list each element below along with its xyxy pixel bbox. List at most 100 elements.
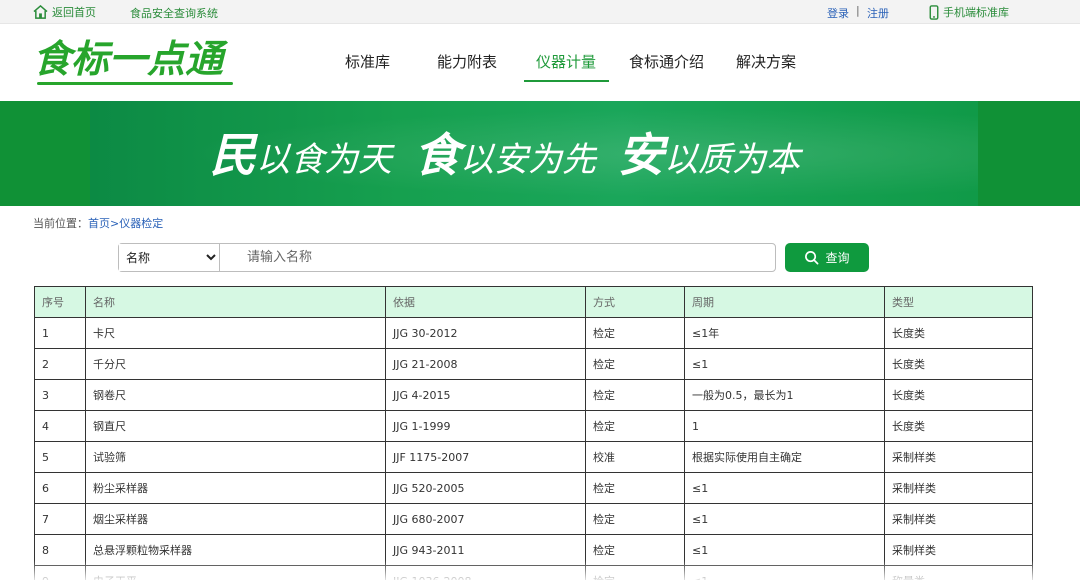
cell-type: 称量类 [884, 565, 1033, 580]
cell-cycle: ≤1 [684, 503, 885, 535]
login-register-separator: | [856, 4, 860, 17]
cell-index: 8 [34, 534, 86, 566]
search-bar: 名称 [118, 243, 776, 272]
col-header-cycle: 周期 [684, 286, 885, 318]
cell-basis: JJF 1175-2007 [385, 441, 586, 473]
cell-basis: JJG 943-2011 [385, 534, 586, 566]
cell-basis: JJG 21-2008 [385, 348, 586, 380]
slogan-part-1-big: 民 [210, 128, 256, 182]
logo-text: 食标一点通 [33, 37, 224, 81]
mobile-standards-link[interactable]: 手机端标准库 [929, 4, 1009, 20]
table-row[interactable]: 1 卡尺 JJG 30-2012 检定 ≤1年 长度类 [34, 317, 1033, 349]
cell-name: 钢直尺 [85, 410, 386, 442]
cell-basis: JJG 30-2012 [385, 317, 586, 349]
table-row[interactable]: 5 试验筛 JJF 1175-2007 校准 根据实际使用自主确定 采制样类 [34, 441, 1033, 473]
table-row[interactable]: 9电子天平JJG 1036-2008检定≤1称量类 [34, 565, 1033, 580]
breadcrumb-home[interactable]: 首页 [88, 217, 110, 230]
cell-name: 电子天平 [85, 565, 386, 580]
cell-type: 长度类 [884, 410, 1033, 442]
register-link[interactable]: 注册 [867, 5, 889, 21]
instrument-table: 序号 名称 依据 方式 周期 类型 1 卡尺 JJG 30-2012 检定 ≤1年 长度类… [34, 286, 1033, 580]
slogan-part-2-small: 以安为先 [460, 140, 596, 180]
banner-slogan: 民以食为天 食以安为先 安以质为本 [210, 119, 822, 185]
search-button-label: 查询 [825, 251, 850, 265]
cell-name: 试验筛 [85, 441, 386, 473]
cell-method: 检定 [585, 503, 685, 535]
cell-type: 长度类 [884, 317, 1033, 349]
cell-basis: JJG 1036-2008 [385, 565, 586, 580]
nav-about[interactable]: 食标通介绍 [629, 51, 704, 72]
nav-standards[interactable]: 标准库 [345, 51, 390, 72]
col-header-basis: 依据 [385, 286, 586, 318]
home-label: 返回首页 [52, 6, 96, 19]
cell-index: 1 [34, 317, 86, 349]
cell-index: 7 [34, 503, 86, 535]
mobile-phone-icon [929, 4, 939, 20]
table-row[interactable]: 7 烟尘采样器 JJG 680-2007 检定 ≤1 采制样类 [34, 503, 1033, 535]
cell-method: 检定 [585, 317, 685, 349]
cell-name: 千分尺 [85, 348, 386, 380]
home-icon [33, 5, 48, 19]
col-header-name: 名称 [85, 286, 386, 318]
cell-index: 5 [34, 441, 86, 473]
nav-capability[interactable]: 能力附表 [437, 51, 497, 72]
cell-name: 总悬浮颗粒物采样器 [85, 534, 386, 566]
search-input[interactable] [221, 244, 773, 271]
cell-method: 检定 [585, 410, 685, 442]
cell-method: 检定 [585, 472, 685, 504]
table-row[interactable]: 2 千分尺 JJG 21-2008 检定 ≤1 长度类 [34, 348, 1033, 380]
cell-index: 2 [34, 348, 86, 380]
breadcrumb-prefix: 当前位置： [33, 217, 88, 230]
login-link[interactable]: 登录 [827, 5, 849, 21]
table-row[interactable]: 6 粉尘采样器 JJG 520-2005 检定 ≤1 采制样类 [34, 472, 1033, 504]
cell-name: 粉尘采样器 [85, 472, 386, 504]
cell-method: 检定 [585, 379, 685, 411]
hero-banner: 民以食为天 食以安为先 安以质为本 [0, 101, 1080, 206]
cell-cycle: ≤1 [684, 472, 885, 504]
cell-index: 4 [34, 410, 86, 442]
slogan-part-3-big: 安 [618, 128, 664, 182]
table-row[interactable]: 4 钢直尺 JJG 1-1999 检定 1 长度类 [34, 410, 1033, 442]
cell-method: 检定 [585, 534, 685, 566]
cell-cycle: 一般为0.5，最长为1 [684, 379, 885, 411]
slogan-part-3-small: 以质为本 [664, 140, 800, 180]
cell-type: 采制样类 [884, 503, 1033, 535]
cell-cycle: ≤1 [684, 565, 885, 580]
logo-underline [37, 82, 233, 85]
nav-instrument-metrology[interactable]: 仪器计量 [536, 51, 596, 72]
breadcrumb-current[interactable]: 仪器检定 [119, 217, 163, 230]
cell-method: 检定 [585, 348, 685, 380]
home-link[interactable]: 返回首页 [33, 4, 96, 20]
cell-type: 采制样类 [884, 472, 1033, 504]
nav-solutions[interactable]: 解决方案 [736, 51, 796, 72]
search-icon [805, 251, 819, 265]
banner-image: 民以食为天 食以安为先 安以质为本 [90, 101, 978, 206]
cell-cycle: ≤1 [684, 348, 885, 380]
cell-name: 卡尺 [85, 317, 386, 349]
cell-name: 烟尘采样器 [85, 503, 386, 535]
cell-cycle: ≤1 [684, 534, 885, 566]
search-field-select[interactable]: 名称 [119, 244, 220, 271]
cell-method: 检定 [585, 565, 685, 580]
cell-basis: JJG 520-2005 [385, 472, 586, 504]
cell-index: 3 [34, 379, 86, 411]
cell-method: 校准 [585, 441, 685, 473]
site-logo[interactable]: 食标一点通 [33, 37, 233, 87]
cell-basis: JJG 680-2007 [385, 503, 586, 535]
table-row[interactable]: 3 钢卷尺 JJG 4-2015 检定 一般为0.5，最长为1 长度类 [34, 379, 1033, 411]
cell-index: 9 [34, 565, 86, 580]
cell-name: 钢卷尺 [85, 379, 386, 411]
food-safety-system-link[interactable]: 食品安全查询系统 [130, 5, 218, 21]
top-bar: 返回首页 食品安全查询系统 登录 | 注册 手机端标准库 [0, 0, 1080, 24]
col-header-index: 序号 [34, 286, 86, 318]
table-header-row: 序号 名称 依据 方式 周期 类型 [34, 286, 1033, 318]
cell-type: 采制样类 [884, 441, 1033, 473]
search-button[interactable]: 查询 [785, 243, 869, 272]
cell-cycle: 根据实际使用自主确定 [684, 441, 885, 473]
cell-basis: JJG 4-2015 [385, 379, 586, 411]
table-row[interactable]: 8 总悬浮颗粒物采样器 JJG 943-2011 检定 ≤1 采制样类 [34, 534, 1033, 566]
col-header-type: 类型 [884, 286, 1033, 318]
col-header-method: 方式 [585, 286, 685, 318]
cell-cycle: 1 [684, 410, 885, 442]
cell-cycle: ≤1年 [684, 317, 885, 349]
